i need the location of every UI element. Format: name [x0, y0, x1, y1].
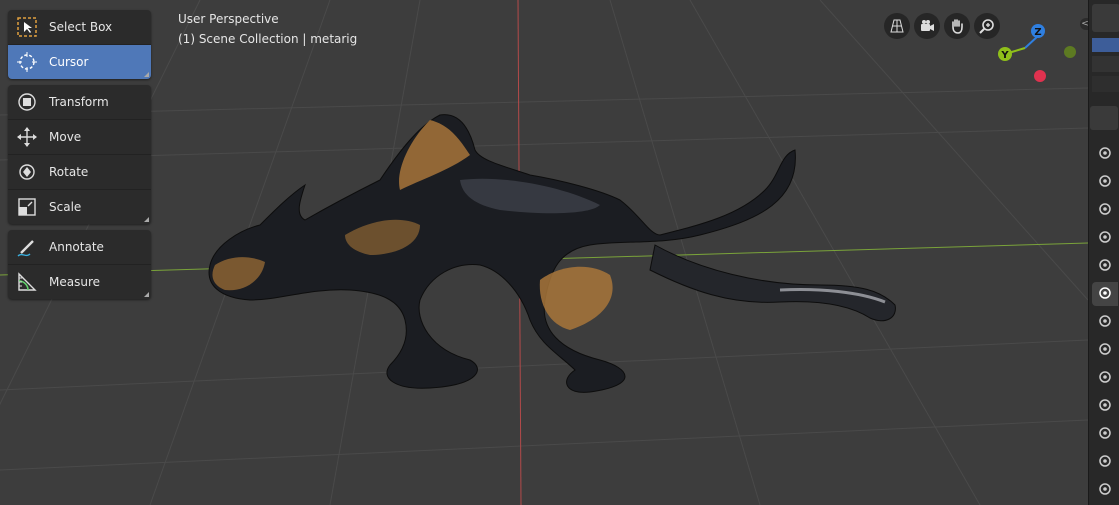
tool-annotate-button[interactable]: Annotate: [8, 230, 151, 265]
texture-icon: [1098, 481, 1112, 500]
toggle-grid-icon: [890, 19, 904, 33]
gizmo-z-label: Z: [1034, 27, 1041, 38]
outliner-row[interactable]: [1092, 56, 1119, 72]
tool-icon: [1098, 145, 1112, 164]
tool-group: Annotate Measure: [8, 230, 151, 299]
properties-tab-strip: [1088, 0, 1119, 505]
camera-view-icon: [921, 20, 934, 31]
world-icon: [1098, 285, 1112, 304]
camera-view-button[interactable]: [914, 13, 940, 39]
scale-icon: [15, 195, 39, 219]
tool-group: Select Box Cursor: [8, 10, 151, 79]
tool-scale-button[interactable]: Scale: [8, 190, 151, 224]
cursor-icon: [15, 50, 39, 74]
tool-label: Cursor: [49, 55, 89, 69]
render-icon: [1098, 173, 1112, 192]
tool-label: Scale: [49, 200, 82, 214]
tool-measure-button[interactable]: Measure: [8, 265, 151, 299]
floor-grid: [0, 0, 1088, 505]
properties-tab-view-layer[interactable]: [1092, 226, 1118, 250]
tool-label: Move: [49, 130, 82, 144]
properties-tab-world[interactable]: [1092, 282, 1118, 306]
tool-transform-button[interactable]: Transform: [8, 85, 151, 120]
tool-rotate-button[interactable]: Rotate: [8, 155, 151, 190]
gizmo-y-label: Y: [1000, 50, 1009, 61]
object-icon: [1098, 313, 1112, 332]
properties-tab-modifier[interactable]: [1092, 338, 1118, 362]
particles-icon: [1098, 369, 1112, 388]
output-icon: [1098, 201, 1112, 220]
rotate-icon: [15, 160, 39, 184]
outliner-row[interactable]: [1092, 76, 1119, 92]
pan-hand-icon: [952, 19, 963, 34]
sidebar-toggle-button[interactable]: <: [1080, 18, 1088, 30]
transform-icon: [15, 90, 39, 114]
select-box-icon: [15, 15, 39, 39]
properties-tab-particles[interactable]: [1092, 366, 1118, 390]
3d-viewport[interactable]: User Perspective (1) Scene Collection | …: [0, 0, 1088, 505]
gizmo-neg-x-axis: [1034, 70, 1046, 82]
pan-view-button[interactable]: [944, 13, 970, 39]
tool-move-button[interactable]: Move: [8, 120, 151, 155]
view-layer-icon: [1098, 229, 1112, 248]
navigation-gizmo[interactable]: Z Y: [995, 18, 1085, 88]
modifier-icon: [1098, 341, 1112, 360]
properties-tab-output[interactable]: [1092, 198, 1118, 222]
tool-label: Rotate: [49, 165, 89, 179]
tool-cursor-button[interactable]: Cursor: [8, 45, 151, 79]
properties-tab-physics[interactable]: [1092, 394, 1118, 418]
properties-tab-object[interactable]: [1092, 310, 1118, 334]
move-icon: [15, 125, 39, 149]
tool-group: Transform Move Rotate Scale: [8, 85, 151, 224]
outliner-selected-row[interactable]: [1092, 38, 1119, 52]
view-name-label: User Perspective: [178, 12, 279, 26]
zoom-icon: [979, 19, 994, 34]
tool-group-expand-corner[interactable]: [144, 292, 149, 297]
data-icon: [1098, 453, 1112, 472]
annotate-icon: [15, 235, 39, 259]
tool-label: Annotate: [49, 240, 104, 254]
gizmo-neg-y-axis: [1064, 46, 1076, 58]
constraints-icon: [1098, 425, 1112, 444]
properties-tab-scene[interactable]: [1092, 254, 1118, 278]
creature-model[interactable]: [208, 114, 896, 393]
tool-select-box-button[interactable]: Select Box: [8, 10, 151, 45]
tool-shelf: Select Box Cursor Transform Move Rotate Scale…: [8, 10, 151, 305]
measure-icon: [15, 270, 39, 294]
properties-tab-constraints[interactable]: [1092, 422, 1118, 446]
properties-tab-render[interactable]: [1092, 170, 1118, 194]
outliner-header[interactable]: [1092, 4, 1119, 32]
properties-tab-texture[interactable]: [1092, 478, 1118, 502]
properties-tab-tool[interactable]: [1092, 142, 1118, 166]
physics-icon: [1098, 397, 1112, 416]
toggle-grid-button[interactable]: [884, 13, 910, 39]
collection-info-label: (1) Scene Collection | metarig: [178, 32, 358, 46]
tool-group-expand-corner[interactable]: [144, 72, 149, 77]
tool-label: Select Box: [49, 20, 113, 34]
tool-label: Measure: [49, 275, 100, 289]
properties-tab-data[interactable]: [1092, 450, 1118, 474]
scene-icon: [1098, 257, 1112, 276]
editor-type-button[interactable]: [1090, 106, 1118, 130]
tool-label: Transform: [49, 95, 109, 109]
tool-group-expand-corner[interactable]: [144, 217, 149, 222]
